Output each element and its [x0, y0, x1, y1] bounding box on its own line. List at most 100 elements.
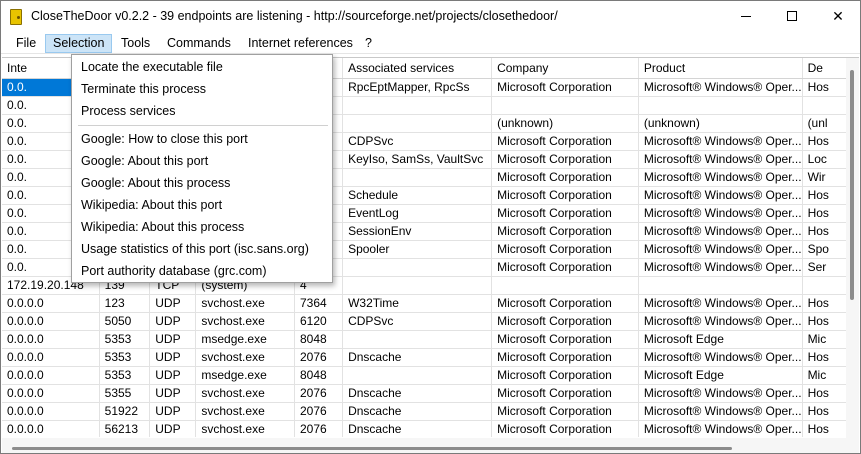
table-cell: svchost.exe: [195, 384, 295, 403]
table-cell: [491, 96, 639, 115]
table-cell: Microsoft Corporation: [491, 366, 639, 385]
table-cell: Microsoft Corporation: [491, 78, 639, 97]
minimize-button[interactable]: [723, 1, 769, 31]
menu-commands[interactable]: Commands: [160, 34, 238, 53]
table-cell: 51922: [99, 402, 151, 421]
vertical-scrollbar[interactable]: [846, 58, 859, 438]
table-cell: 0.0.0.0: [2, 330, 100, 349]
menu-help[interactable]: ?: [358, 34, 379, 53]
menu-item-port-authority[interactable]: Port authority database (grc.com): [72, 260, 332, 282]
menu-selection[interactable]: Selection: [45, 34, 113, 53]
table-cell: UDP: [149, 384, 197, 403]
table-row[interactable]: 0.0.0.0 5353 UDP msedge.exe 8048 Microsoft Co…: [2, 366, 859, 385]
table-cell: Microsoft® Windows® Oper...: [638, 384, 803, 403]
table-cell: svchost.exe: [195, 402, 295, 421]
table-cell: UDP: [149, 420, 197, 437]
table-row[interactable]: 0.0.0.0 5353 UDP svchost.exe 2076 Dnscache Mic…: [2, 348, 859, 367]
table-cell: [491, 276, 639, 295]
table-cell: 5355: [99, 384, 151, 403]
menu-internet-references[interactable]: Internet references: [241, 34, 360, 53]
table-cell: Microsoft Corporation: [491, 420, 639, 437]
maximize-button[interactable]: [769, 1, 815, 31]
close-icon: ✕: [832, 7, 844, 24]
menu-item-terminate-process[interactable]: Terminate this process: [72, 78, 332, 100]
maximize-icon: [787, 11, 797, 21]
menu-file[interactable]: File: [9, 34, 43, 53]
table-cell: Microsoft® Windows® Oper...: [638, 420, 803, 437]
table-cell: msedge.exe: [195, 330, 295, 349]
table-cell: UDP: [149, 330, 197, 349]
selection-menu-dropdown: Locate the executable file Terminate thi…: [71, 54, 333, 283]
table-cell: CDPSvc: [342, 312, 493, 331]
table-row[interactable]: 0.0.0.0 5050 UDP svchost.exe 6120 CDPSvc Micro…: [2, 312, 859, 331]
table-cell: [342, 168, 493, 187]
table-row[interactable]: 0.0.0.0 5355 UDP svchost.exe 2076 Dnscache Mic…: [2, 384, 859, 403]
door-icon: [10, 9, 22, 25]
table-cell: 0.0.0.0: [2, 348, 100, 367]
table-cell: UDP: [149, 312, 197, 331]
column-header[interactable]: Associated services: [342, 58, 493, 79]
table-cell: UDP: [149, 402, 197, 421]
table-cell: Microsoft Corporation: [491, 240, 639, 259]
table-cell: Microsoft® Windows® Oper...: [638, 402, 803, 421]
table-cell: 8048: [294, 330, 344, 349]
menu-item-google-close-port[interactable]: Google: How to close this port: [72, 128, 332, 150]
table-cell: 6120: [294, 312, 344, 331]
menu-item-usage-statistics[interactable]: Usage statistics of this port (isc.sans.…: [72, 238, 332, 260]
table-row[interactable]: 0.0.0.0 51922 UDP svchost.exe 2076 Dnscache Mi…: [2, 402, 859, 421]
menu-item-wikipedia-about-process[interactable]: Wikipedia: About this process: [72, 216, 332, 238]
table-cell: 8048: [294, 366, 344, 385]
table-cell: Dnscache: [342, 384, 493, 403]
table-cell: UDP: [149, 366, 197, 385]
table-cell: 5050: [99, 312, 151, 331]
menu-tools[interactable]: Tools: [114, 34, 157, 53]
table-cell: Microsoft® Windows® Oper...: [638, 348, 803, 367]
app-window: CloseTheDoor v0.2.2 - 39 endpoints are l…: [0, 0, 861, 454]
horizontal-scroll-thumb[interactable]: [12, 447, 732, 450]
table-cell: Microsoft Edge: [638, 330, 803, 349]
column-header[interactable]: Product: [638, 58, 803, 79]
table-cell: Spooler: [342, 240, 493, 259]
vertical-scroll-thumb[interactable]: [850, 70, 854, 300]
table-cell: 0.0.0.0: [2, 312, 100, 331]
table-row[interactable]: 0.0.0.0 123 UDP svchost.exe 7364 W32Time Micro…: [2, 294, 859, 313]
table-cell: 5353: [99, 366, 151, 385]
menu-item-process-services[interactable]: Process services: [72, 100, 332, 122]
table-cell: 0.0.0.0: [2, 420, 100, 437]
table-cell: (unknown): [638, 114, 803, 133]
table-cell: 0.0.0.0: [2, 294, 100, 313]
table-cell: 56213: [99, 420, 151, 437]
table-cell: svchost.exe: [195, 312, 295, 331]
table-cell: 0.0.0.0: [2, 366, 100, 385]
table-cell: Microsoft Corporation: [491, 204, 639, 223]
table-cell: Microsoft Corporation: [491, 312, 639, 331]
column-header[interactable]: Company: [491, 58, 639, 79]
table-cell: [638, 96, 803, 115]
table-cell: Microsoft Corporation: [491, 186, 639, 205]
table-row[interactable]: 0.0.0.0 56213 UDP svchost.exe 2076 Dnscache Mi…: [2, 420, 859, 437]
table-cell: Microsoft Corporation: [491, 348, 639, 367]
table-cell: Microsoft® Windows® Oper...: [638, 78, 803, 97]
table-cell: Schedule: [342, 186, 493, 205]
table-cell: Microsoft® Windows® Oper...: [638, 222, 803, 241]
table-cell: W32Time: [342, 294, 493, 313]
table-row[interactable]: 0.0.0.0 5353 UDP msedge.exe 8048 Microsoft Co…: [2, 330, 859, 349]
table-cell: [342, 366, 493, 385]
table-cell: Microsoft® Windows® Oper...: [638, 240, 803, 259]
menu-item-locate-executable[interactable]: Locate the executable file: [72, 56, 332, 78]
title-bar[interactable]: CloseTheDoor v0.2.2 - 39 endpoints are l…: [1, 1, 860, 33]
table-cell: Microsoft Corporation: [491, 258, 639, 277]
table-cell: 2076: [294, 384, 344, 403]
table-cell: Microsoft Corporation: [491, 402, 639, 421]
table-cell: Microsoft® Windows® Oper...: [638, 258, 803, 277]
close-button[interactable]: ✕: [815, 1, 861, 31]
menu-item-wikipedia-about-port[interactable]: Wikipedia: About this port: [72, 194, 332, 216]
table-cell: Microsoft Edge: [638, 366, 803, 385]
table-cell: 0.0.0.0: [2, 402, 100, 421]
table-cell: 0.0.0.0: [2, 384, 100, 403]
menu-item-google-about-process[interactable]: Google: About this process: [72, 172, 332, 194]
menu-item-google-about-port[interactable]: Google: About this port: [72, 150, 332, 172]
horizontal-scrollbar[interactable]: [2, 438, 859, 453]
table-cell: (unknown): [491, 114, 639, 133]
table-cell: 7364: [294, 294, 344, 313]
